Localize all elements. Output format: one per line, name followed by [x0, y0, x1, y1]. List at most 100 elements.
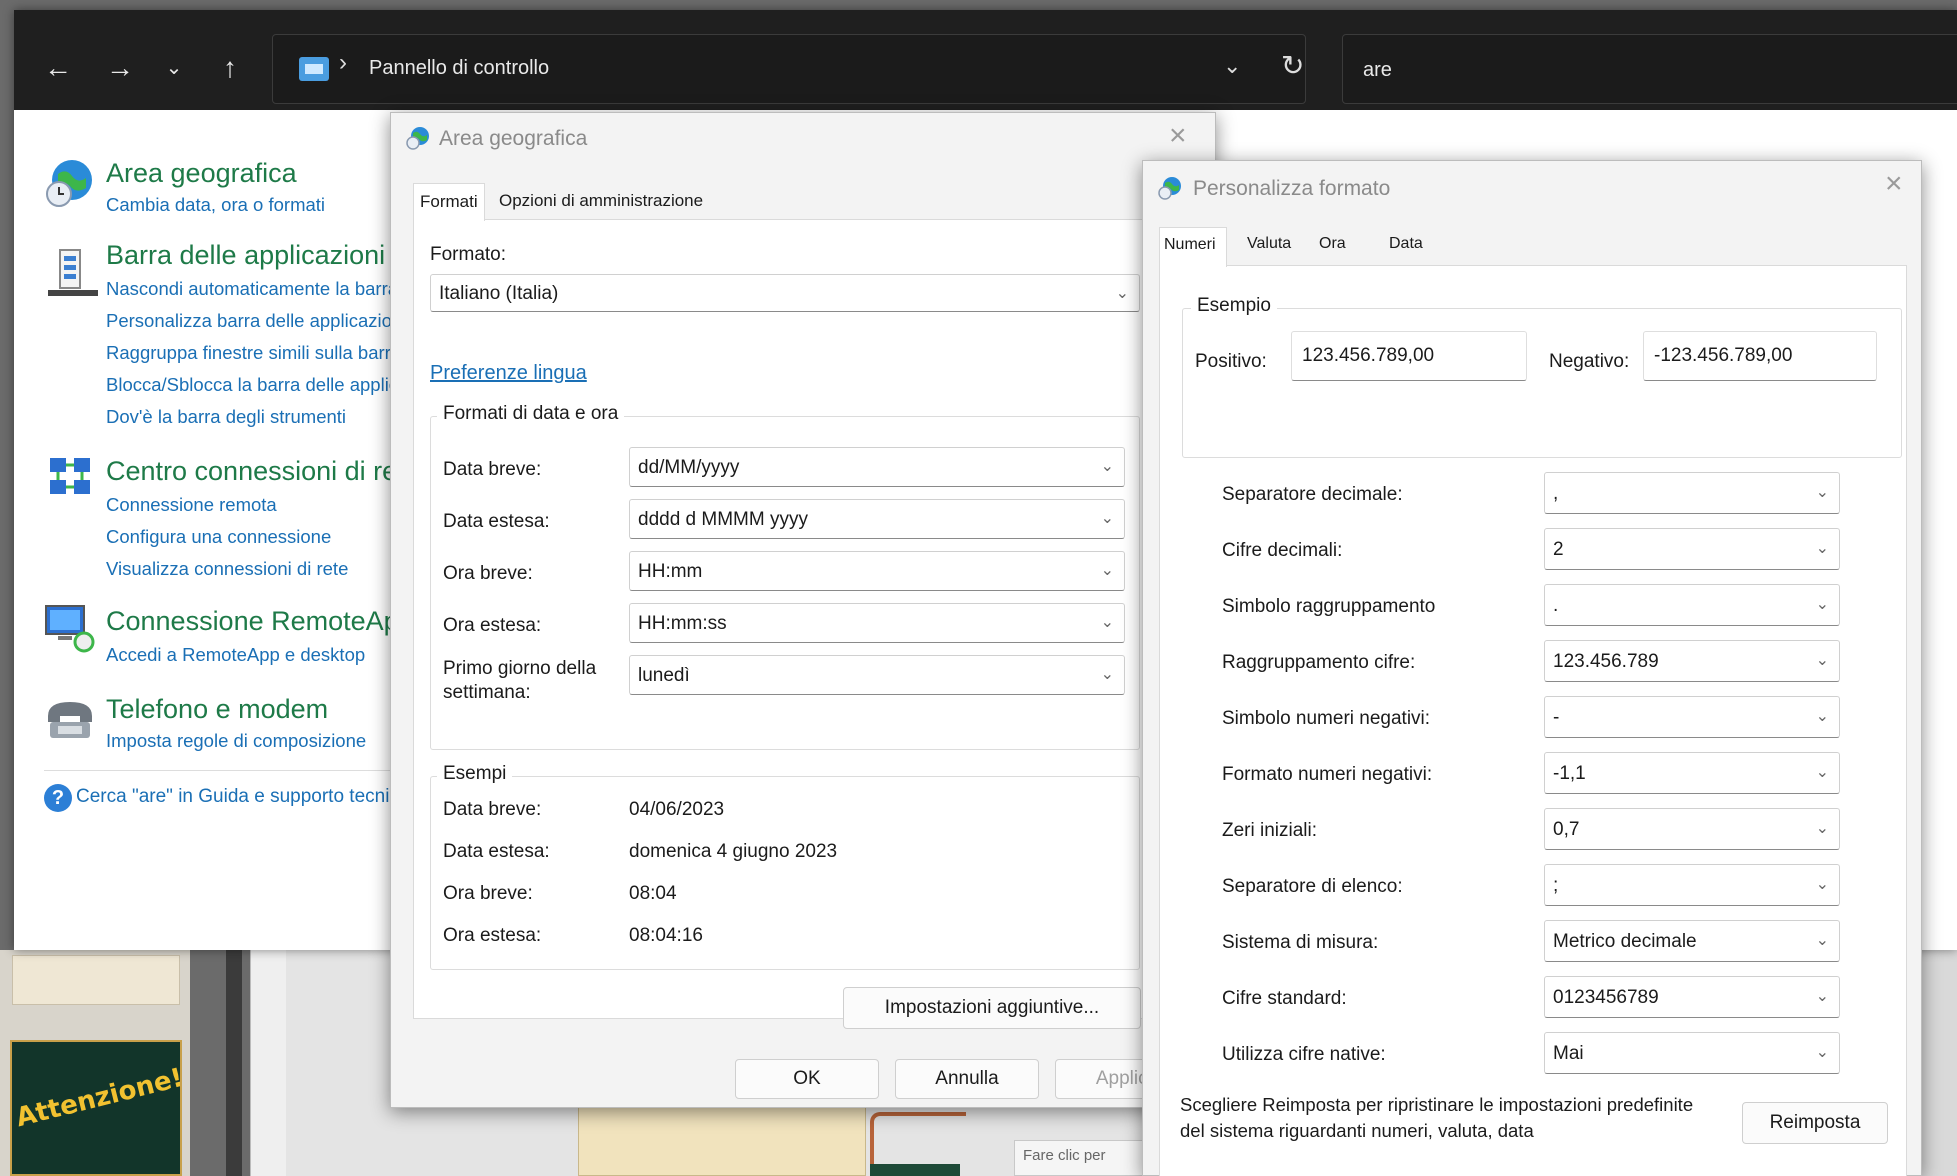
category-link[interactable]: Cambia data, ora o formati — [106, 194, 325, 216]
category-title[interactable]: Telefono e modem — [106, 694, 328, 725]
positive-label: Positivo: — [1195, 351, 1267, 372]
setting-label: Formato numeri negativi: — [1222, 764, 1433, 785]
address-bar[interactable]: › Pannello di controllo ⌄ ↻ — [272, 34, 1306, 104]
chevron-down-icon: ⌄ — [1815, 652, 1829, 669]
first-day-select[interactable]: lunedì ⌄ — [629, 655, 1125, 695]
select-value: Metrico decimale — [1553, 931, 1697, 952]
tab-numeri[interactable]: Numeri — [1159, 227, 1227, 267]
negative-label: Negativo: — [1549, 351, 1630, 372]
search-input[interactable]: are — [1342, 34, 1957, 104]
select-value: 2 — [1553, 539, 1564, 560]
format-select[interactable]: Italiano (Italia) ⌄ — [430, 274, 1140, 312]
category-link[interactable]: Raggruppa finestre simili sulla barra — [106, 342, 401, 364]
tab-ora[interactable]: Ora — [1319, 235, 1346, 253]
tab-opzioni-amministrazione[interactable]: Opzioni di amministrazione — [499, 191, 703, 211]
digit-grouping-select[interactable]: 123.456.789 ⌄ — [1544, 640, 1840, 682]
refresh-icon[interactable]: ↻ — [1281, 49, 1304, 82]
select-value: . — [1553, 595, 1559, 616]
select-value: lunedì — [638, 665, 690, 686]
grouping-symbol-select[interactable]: . ⌄ — [1544, 584, 1840, 626]
close-icon[interactable]: × — [1169, 119, 1187, 153]
chevron-down-icon: ⌄ — [1815, 876, 1829, 893]
background-slide-thumbnail — [12, 955, 180, 1005]
breadcrumb[interactable]: Pannello di controllo — [369, 57, 549, 80]
category-link[interactable]: Accedi a RemoteApp e desktop — [106, 644, 365, 666]
chevron-down-icon: ⌄ — [1815, 540, 1829, 557]
select-value: , — [1553, 483, 1559, 504]
standard-digits-select[interactable]: 0123456789 ⌄ — [1544, 976, 1840, 1018]
category-link[interactable]: Connessione remota — [106, 494, 277, 516]
group-title: Esempio — [1191, 295, 1277, 317]
category-link[interactable]: Blocca/Sblocca la barra delle applicazio… — [106, 374, 408, 396]
example-value: domenica 4 giugno 2023 — [629, 841, 838, 862]
short-time-select[interactable]: HH:mm ⌄ — [629, 551, 1125, 591]
close-icon[interactable]: × — [1885, 167, 1903, 201]
example-value: 08:04 — [629, 883, 677, 904]
remote-connection-icon — [42, 600, 96, 654]
select-value: -1,1 — [1553, 763, 1586, 784]
explorer-navigation-bar: ← → ⌄ ↑ › Pannello di controllo ⌄ ↻ are — [14, 10, 1957, 110]
category-link[interactable]: Imposta regole di composizione — [106, 730, 366, 752]
results-divider — [44, 770, 408, 771]
example-label: Data breve: — [443, 799, 542, 820]
list-separator-select[interactable]: ; ⌄ — [1544, 864, 1840, 906]
select-value: - — [1553, 707, 1560, 728]
setting-label: Separatore di elenco: — [1222, 876, 1403, 897]
tab-valuta[interactable]: Valuta — [1247, 235, 1291, 253]
category-title[interactable]: Connessione RemoteApp — [106, 606, 408, 637]
negative-example-value: -123.456.789,00 — [1654, 345, 1793, 366]
leading-zeros-select[interactable]: 0,7 ⌄ — [1544, 808, 1840, 850]
format-select-value: Italiano (Italia) — [439, 283, 559, 304]
row-label: Data breve: — [443, 459, 542, 480]
category-link[interactable]: Configura una connessione — [106, 526, 331, 548]
cancel-button[interactable]: Annulla — [895, 1059, 1039, 1099]
category-link[interactable]: Dov'è la barra degli strumenti — [106, 406, 346, 428]
short-date-select[interactable]: dd/MM/yyyy ⌄ — [629, 447, 1125, 487]
category-title[interactable]: Barra delle applicazioni — [106, 240, 385, 271]
chevron-down-icon: ⌄ — [1100, 458, 1114, 475]
category-link[interactable]: Personalizza barra delle applicazioni — [106, 310, 406, 332]
select-value: dddd d MMMM yyyy — [638, 509, 808, 530]
category-link[interactable]: Visualizza connessioni di rete — [106, 558, 348, 580]
decimal-separator-select[interactable]: , ⌄ — [1544, 472, 1840, 514]
long-time-select[interactable]: HH:mm:ss ⌄ — [629, 603, 1125, 643]
background-green-shape — [870, 1164, 960, 1176]
decimal-digits-select[interactable]: 2 ⌄ — [1544, 528, 1840, 570]
formats-panel: Formato: Italiano (Italia) ⌄ Preferenze … — [413, 219, 1197, 1019]
address-history-chevron-icon[interactable]: ⌄ — [1223, 53, 1241, 79]
up-arrow-icon[interactable]: ↑ — [210, 48, 250, 88]
long-date-select[interactable]: dddd d MMMM yyyy ⌄ — [629, 499, 1125, 539]
chevron-down-icon: ⌄ — [1815, 820, 1829, 837]
language-preferences-link[interactable]: Preferenze lingua — [430, 362, 587, 385]
search-results-list: Area geografica Cambia data, ora o forma… — [14, 110, 408, 950]
tab-data[interactable]: Data — [1389, 235, 1423, 253]
example-label: Data estesa: — [443, 841, 550, 862]
negative-sign-select[interactable]: - ⌄ — [1544, 696, 1840, 738]
setting-label: Raggruppamento cifre: — [1222, 652, 1416, 673]
chevron-down-icon: ⌄ — [1100, 562, 1114, 579]
setting-label: Utilizza cifre native: — [1222, 1044, 1386, 1065]
category-title[interactable]: Area geografica — [106, 158, 297, 189]
setting-label: Simbolo raggruppamento — [1222, 596, 1436, 617]
forward-arrow-icon[interactable]: → — [100, 48, 140, 88]
help-search-link[interactable]: Cerca "are" in Guida e supporto tecnico — [76, 786, 408, 808]
native-digits-select[interactable]: Mai ⌄ — [1544, 1032, 1840, 1074]
setting-label: Simbolo numeri negativi: — [1222, 708, 1431, 729]
datetime-formats-group: Formati di data e ora Data breve: dd/MM/… — [430, 403, 1140, 750]
region-dialog: Area geografica × Formati Opzioni di amm… — [390, 112, 1216, 1108]
back-arrow-icon[interactable]: ← — [38, 48, 78, 88]
ok-button[interactable]: OK — [735, 1059, 879, 1099]
select-value: 0123456789 — [1553, 987, 1659, 1008]
negative-format-select[interactable]: -1,1 ⌄ — [1544, 752, 1840, 794]
category-title[interactable]: Centro connessioni di rete — [106, 456, 408, 487]
category-link[interactable]: Nascondi automaticamente la barra — [106, 278, 398, 300]
globe-icon — [1157, 175, 1183, 201]
measurement-system-select[interactable]: Metrico decimale ⌄ — [1544, 920, 1840, 962]
chevron-down-icon: ⌄ — [1115, 285, 1129, 302]
tab-formati[interactable]: Formati — [413, 183, 485, 221]
recent-locations-chevron-icon[interactable]: ⌄ — [154, 48, 194, 88]
group-title: Esempi — [437, 763, 513, 785]
additional-settings-button[interactable]: Impostazioni aggiuntive... — [843, 987, 1141, 1029]
reset-button[interactable]: Reimposta — [1742, 1102, 1888, 1144]
chevron-down-icon: ⌄ — [1815, 932, 1829, 949]
